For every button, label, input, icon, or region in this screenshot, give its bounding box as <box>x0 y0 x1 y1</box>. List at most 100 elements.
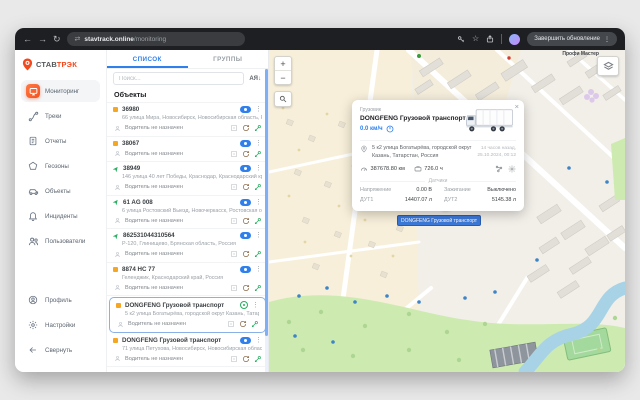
history-icon[interactable] <box>241 149 250 158</box>
map-search-button[interactable] <box>274 91 292 107</box>
url-text: stavtrack.online/monitoring <box>84 36 166 43</box>
kebab-menu-icon[interactable]: ⋮ <box>255 337 262 344</box>
password-key-icon[interactable] <box>457 35 465 43</box>
engine-hours-value: 726.0 ч <box>424 166 442 172</box>
object-card[interactable]: DONGFENG Грузовой транспорт⋮5 к2 улица Б… <box>109 297 266 333</box>
sidebar-item-label: Треки <box>45 113 61 120</box>
map-layers-button[interactable] <box>597 56 619 76</box>
profile-avatar[interactable] <box>509 34 520 45</box>
object-card[interactable]: 38067⋮Водитель не назначен <box>107 137 268 163</box>
panel-scrollbar[interactable] <box>265 69 268 372</box>
sidebar-item-incidents[interactable]: Инциденты <box>21 205 100 227</box>
history-icon[interactable] <box>241 124 250 133</box>
share-icon[interactable] <box>486 35 494 43</box>
parked-status-icon <box>116 303 121 308</box>
zoom-in-button[interactable]: + <box>275 57 291 70</box>
sidebar-item-collapse[interactable]: Свернуть <box>21 339 100 361</box>
history-icon[interactable] <box>241 183 250 192</box>
map-canvas[interactable]: Профи Мастер + − DONGFENG Грузовой транс… <box>269 50 625 372</box>
driver-icon <box>113 354 122 363</box>
finish-update-label: Завершить обновление <box>534 36 600 42</box>
kebab-menu-icon[interactable]: ⋮ <box>604 36 610 43</box>
address-bar[interactable]: ⇄ stavtrack.online/monitoring <box>67 32 245 46</box>
service-icon[interactable] <box>253 124 262 133</box>
visibility-eye-icon[interactable] <box>240 266 251 273</box>
service-icon[interactable] <box>250 320 259 329</box>
note-icon[interactable] <box>229 149 238 158</box>
magnifier-icon <box>279 95 287 103</box>
popup-speed-value: 0.0 км/ч <box>360 126 383 132</box>
history-icon[interactable] <box>241 216 250 225</box>
object-card[interactable]: 38949⋮146 улица 40 лет Победы, Краснодар… <box>107 162 268 196</box>
tab-groups[interactable]: ГРУППЫ <box>188 50 269 68</box>
scrollbar-thumb[interactable] <box>265 69 268 336</box>
history-icon[interactable] <box>241 250 250 259</box>
back-button[interactable]: ← <box>23 35 32 44</box>
sidebar-item-users[interactable]: Пользователи <box>21 230 100 252</box>
site-info-icon[interactable]: ⇄ <box>75 35 81 43</box>
sidebar-item-label: Мониторинг <box>45 88 79 95</box>
object-card[interactable]: 8874 НС 77⋮Геленджик, Краснодарский край… <box>107 263 268 297</box>
kebab-menu-icon[interactable]: ⋮ <box>255 266 262 273</box>
note-icon[interactable] <box>229 124 238 133</box>
finish-update-button[interactable]: Завершить обновление ⋮ <box>527 32 617 46</box>
object-card[interactable]: DONGFENG Грузовой транспорт⋮71 улица Пет… <box>107 334 268 368</box>
note-icon[interactable] <box>229 354 238 363</box>
service-icon[interactable] <box>253 216 262 225</box>
kebab-menu-icon[interactable]: ⋮ <box>255 165 262 172</box>
note-icon[interactable] <box>229 183 238 192</box>
gear-icon[interactable] <box>508 165 516 173</box>
tracking-target-icon[interactable] <box>240 301 248 309</box>
note-icon[interactable] <box>229 250 238 259</box>
visibility-eye-icon[interactable] <box>240 140 251 147</box>
zoom-out-button[interactable]: − <box>275 71 291 84</box>
object-card[interactable]: 862531044310564⋮Р-120, Глинищево, Брянск… <box>107 229 268 263</box>
forward-button[interactable]: → <box>38 35 47 44</box>
tab-list[interactable]: СПИСОК <box>107 50 188 68</box>
history-icon[interactable] <box>241 283 250 292</box>
object-card[interactable]: 61 AG 008⋮6 улица Ростовский Выезд, Ново… <box>107 196 268 230</box>
kebab-menu-icon[interactable]: ⋮ <box>255 106 262 113</box>
service-icon[interactable] <box>253 354 262 363</box>
sidebar-item-geozones[interactable]: Геозоны <box>21 155 100 177</box>
sidebar-item-label: Пользователи <box>45 238 85 245</box>
sort-button[interactable]: АЯ↓ <box>249 76 261 82</box>
visibility-eye-icon[interactable] <box>240 165 251 172</box>
sidebar-item-objects[interactable]: Объекты <box>21 180 100 202</box>
app-body: СТАВТРЭК Мониторинг Треки Отчеты Геозоны Объ… <box>15 50 625 372</box>
search-input[interactable] <box>113 72 244 85</box>
logo[interactable]: СТАВТРЭК <box>21 56 100 80</box>
object-card[interactable]: 36980⋮66 улица Мира, Новосибирск, Новоси… <box>107 103 268 137</box>
note-icon[interactable] <box>229 283 238 292</box>
bookmark-star-icon[interactable]: ☆ <box>472 35 479 43</box>
vehicle-marker-label[interactable]: DONGFENG Грузовой транспорт <box>397 215 481 226</box>
visibility-eye-icon[interactable] <box>240 232 251 239</box>
reload-button[interactable]: ↻ <box>53 35 61 44</box>
popup-speed-row: 0.0 км/ч <box>360 125 460 133</box>
kebab-menu-icon[interactable]: ⋮ <box>255 232 262 239</box>
kebab-menu-icon[interactable]: ⋮ <box>255 140 262 147</box>
service-icon[interactable] <box>253 183 262 192</box>
sidebar-item-reports[interactable]: Отчеты <box>21 130 100 152</box>
history-icon[interactable] <box>241 354 250 363</box>
sidebar-item-settings[interactable]: Настройки <box>21 314 100 336</box>
service-icon[interactable] <box>253 283 262 292</box>
visibility-eye-icon[interactable] <box>240 199 251 206</box>
visibility-eye-icon[interactable] <box>240 337 251 344</box>
service-icon[interactable] <box>253 149 262 158</box>
history-icon[interactable] <box>238 320 247 329</box>
popup-address-row: 5 к2 улица Богатырёва, городской округ К… <box>360 145 516 160</box>
visibility-eye-icon[interactable] <box>240 106 251 113</box>
kebab-menu-icon[interactable]: ⋮ <box>252 302 259 309</box>
note-icon[interactable] <box>229 216 238 225</box>
service-icon[interactable] <box>253 250 262 259</box>
sidebar-item-tracks[interactable]: Треки <box>21 105 100 127</box>
popup-close-button[interactable]: × <box>515 102 519 111</box>
sidebar-item-profile[interactable]: Профиль <box>21 289 100 311</box>
sidebar-item-monitoring[interactable]: Мониторинг <box>21 80 100 102</box>
sensors-icon[interactable] <box>495 165 503 173</box>
note-icon[interactable] <box>226 320 235 329</box>
driver-icon <box>116 320 125 329</box>
sidebar-item-label: Профиль <box>45 297 72 304</box>
kebab-menu-icon[interactable]: ⋮ <box>255 199 262 206</box>
